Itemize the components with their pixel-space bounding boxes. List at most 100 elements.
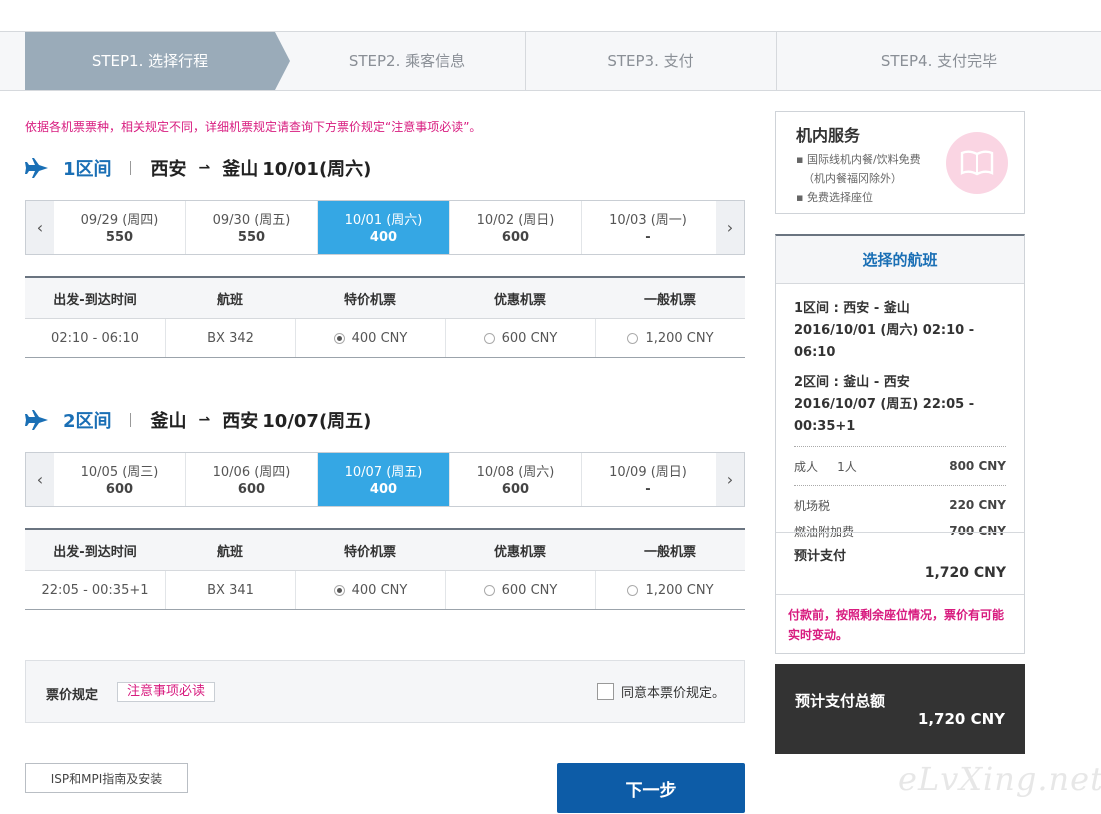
summary-seg1-title: 1区间 : 西安 - 釜山 (794, 301, 910, 316)
header-special: 特价机票 (343, 544, 396, 560)
progress-steps: STEP1. 选择行程 STEP2. 乘客信息 STEP3. 支付 STEP4.… (0, 31, 1101, 91)
summary-seg2-detail-cont: 00:35+1 (794, 419, 856, 434)
step-4: STEP4. 支付完毕 (776, 32, 1101, 90)
radio-selected[interactable] (333, 584, 345, 596)
date-option[interactable]: 10/05 (周三) 600 (54, 453, 186, 506)
airplane-icon (25, 158, 48, 178)
next-dates-button[interactable]: › (716, 201, 744, 254)
fare-discount-option[interactable]: 600 CNY (445, 571, 595, 609)
step-1-arrow (275, 32, 290, 90)
isp-mpi-guide-button[interactable]: ISP和MPI指南及安装 (25, 763, 188, 793)
date-label: 10/06 (周四) (212, 465, 291, 480)
fare-notice: 依据各机票票种，相关规定不同，详细机票规定请查询下方票价规定“注意事项必读”。 (25, 120, 482, 134)
segment-2-flight-table: 出发-到达时间 航班 特价机票 优惠机票 一般机票 22:05 - 00:35+… (25, 528, 745, 610)
date-price: 600 (501, 230, 530, 245)
fare-discount-price: 600 CNY (501, 582, 558, 598)
header-normal: 一般机票 (643, 292, 696, 308)
chevron-left-icon: ‹ (36, 470, 44, 489)
radio[interactable] (627, 332, 639, 344)
date-price: 600 (501, 482, 530, 497)
date-option-selected[interactable]: 10/07 (周五) 400 (318, 453, 450, 506)
date-option[interactable]: 09/29 (周四) 550 (54, 201, 186, 254)
date-label: 10/02 (周日) (476, 213, 555, 228)
fare-rules-box: 票价规定 注意事项必读 同意本票价规定。 (25, 660, 745, 723)
date-option-selected[interactable]: 10/01 (周六) 400 (318, 201, 450, 254)
next-dates-button[interactable]: › (716, 453, 744, 506)
table-header: 出发-到达时间 航班 特价机票 优惠机票 一般机票 (25, 530, 745, 571)
divider (794, 446, 1006, 447)
selected-flights-summary: 选择的航班 1区间 : 西安 - 釜山 2016/10/01 (周六) 02:1… (775, 234, 1025, 654)
date-price: - (645, 482, 651, 497)
watermark: eLvXing.net (898, 760, 1101, 798)
date-price: - (645, 230, 651, 245)
date-label: 10/08 (周六) (476, 465, 555, 480)
grand-total-label: 预计支付总额 (795, 692, 886, 710)
flight-number: BX 342 (165, 319, 295, 357)
header-flight: 航班 (216, 292, 243, 308)
table-row: 22:05 - 00:35+1 BX 341 400 CNY 600 CNY 1… (25, 571, 745, 609)
step-1: STEP1. 选择行程 (25, 32, 275, 90)
fare-special-price: 400 CNY (351, 330, 408, 346)
date-option[interactable]: 10/09 (周日) - (582, 453, 714, 506)
fare-rules-label: 票价规定 (46, 688, 99, 703)
fare-normal-option[interactable]: 1,200 CNY (595, 319, 745, 357)
radio[interactable] (483, 332, 495, 344)
radio[interactable] (627, 584, 639, 596)
chevron-right-icon: › (726, 470, 734, 489)
radio-selected[interactable] (333, 332, 345, 344)
adult-fare-line: 成人 1人 800 CNY (794, 459, 1006, 474)
header-discount: 优惠机票 (493, 292, 546, 308)
date-label: 10/05 (周三) (80, 465, 159, 480)
header-flight: 航班 (216, 544, 243, 560)
read-notes-button[interactable]: 注意事项必读 (117, 682, 216, 702)
header-special: 特价机票 (343, 292, 396, 308)
prev-dates-button[interactable]: ‹ (26, 201, 54, 254)
date-option[interactable]: 10/08 (周六) 600 (450, 453, 582, 506)
date-label: 10/07 (周五) (344, 465, 423, 480)
radio[interactable] (483, 584, 495, 596)
next-step-button[interactable]: 下一步 (557, 763, 745, 813)
segment-2-header: 2区间 釜山 ⇀ 西安 10/07(周五) (25, 408, 371, 432)
estimated-payment-label: 预计支付 (794, 549, 847, 564)
chevron-left-icon: ‹ (36, 218, 44, 237)
fare-discount-price: 600 CNY (501, 330, 558, 346)
header-discount: 优惠机票 (493, 544, 546, 560)
separator (129, 413, 131, 427)
step-3: STEP3. 支付 (525, 32, 775, 90)
agree-checkbox[interactable] (597, 683, 614, 700)
date-label: 09/29 (周四) (80, 213, 159, 228)
summary-segment-1: 1区间 : 西安 - 釜山 2016/10/01 (周六) 02:10 - 06… (794, 298, 1006, 364)
summary-seg2-title: 2区间 : 釜山 - 西安 (794, 375, 910, 390)
segment-1-flight-table: 出发-到达时间 航班 特价机票 优惠机票 一般机票 02:10 - 06:10 … (25, 276, 745, 358)
date-price: 550 (237, 230, 266, 245)
separator (129, 161, 131, 175)
date-option[interactable]: 10/02 (周日) 600 (450, 201, 582, 254)
prev-dates-button[interactable]: ‹ (26, 453, 54, 506)
date-price: 400 (369, 230, 398, 245)
summary-seg1-detail: 2016/10/01 (周六) 02:10 - 06:10 (794, 323, 975, 360)
step-2: STEP2. 乘客信息 (348, 52, 466, 70)
segment-1-from: 西安 (150, 159, 187, 180)
airport-tax-line: 机场税 220 CNY (794, 498, 1006, 513)
flight-time: 22:05 - 00:35+1 (41, 582, 149, 598)
fare-special-option[interactable]: 400 CNY (295, 319, 445, 357)
header-time: 出发-到达时间 (53, 544, 137, 560)
agree-label: 同意本票价规定。 (621, 686, 726, 701)
book-icon (946, 132, 1008, 194)
date-price: 600 (105, 482, 134, 497)
date-option[interactable]: 09/30 (周五) 550 (186, 201, 318, 254)
agree-fare-rules[interactable]: 同意本票价规定。 (597, 682, 725, 701)
fare-discount-option[interactable]: 600 CNY (445, 319, 595, 357)
date-option[interactable]: 10/06 (周四) 600 (186, 453, 318, 506)
summary-segment-2: 2区间 : 釜山 - 西安 2016/10/07 (周五) 22:05 - 00… (794, 372, 1006, 438)
fare-special-option[interactable]: 400 CNY (295, 571, 445, 609)
header-normal: 一般机票 (643, 544, 696, 560)
fare-normal-option[interactable]: 1,200 CNY (595, 571, 745, 609)
segment-2-route: 釜山 ⇀ 西安 10/07(周五) (151, 407, 372, 433)
flight-number: BX 341 (165, 571, 295, 609)
date-price: 600 (237, 482, 266, 497)
route-arrow-icon: ⇀ (198, 160, 211, 176)
fare-normal-price: 1,200 CNY (645, 582, 714, 598)
chevron-right-icon: › (726, 218, 734, 237)
date-option[interactable]: 10/03 (周一) - (582, 201, 714, 254)
